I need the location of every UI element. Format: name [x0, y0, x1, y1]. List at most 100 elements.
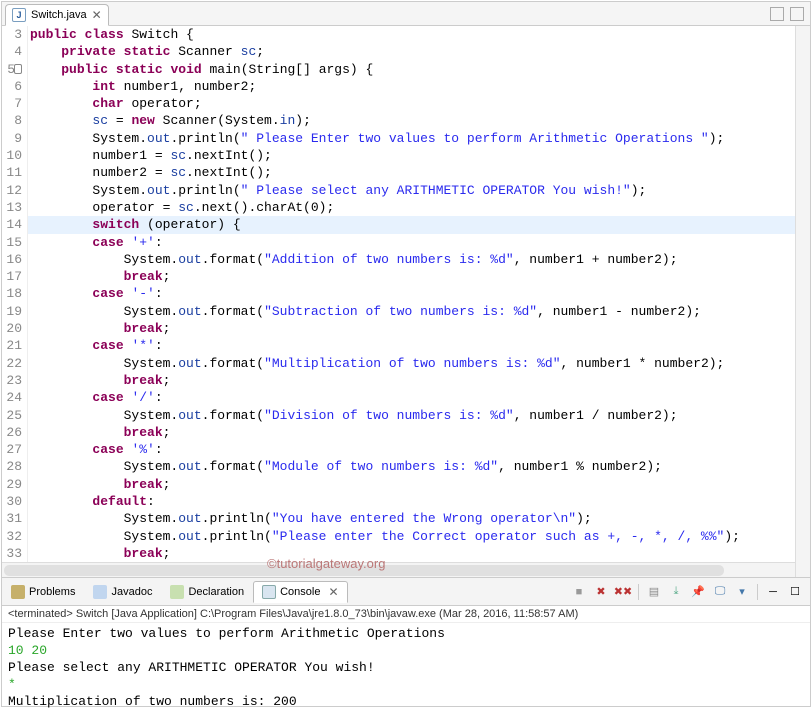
- line-number[interactable]: 24: [2, 389, 22, 406]
- code-line[interactable]: System.out.println("Please enter the Cor…: [30, 528, 795, 545]
- code-line[interactable]: case '-':: [30, 285, 795, 302]
- console-toolbar: ■ ✖ ✖✖ ▤ ⤓ 📌 🖵 ▾ ─ ☐: [570, 583, 810, 601]
- line-number[interactable]: 28: [2, 458, 22, 475]
- line-number[interactable]: 32: [2, 528, 22, 545]
- code-line[interactable]: switch (operator) {: [30, 216, 795, 233]
- remove-launch-button[interactable]: ✖: [592, 583, 610, 601]
- console-output[interactable]: Please Enter two values to perform Arith…: [2, 623, 810, 712]
- display-selected-console-button[interactable]: 🖵: [711, 583, 729, 601]
- line-number[interactable]: 20: [2, 320, 22, 337]
- maximize-console-button[interactable]: ☐: [786, 583, 804, 601]
- code-line[interactable]: System.out.format("Division of two numbe…: [30, 407, 795, 424]
- code-line[interactable]: System.out.format("Module of two numbers…: [30, 458, 795, 475]
- console-input-line: *: [8, 676, 804, 693]
- code-line[interactable]: case '/':: [30, 389, 795, 406]
- console-input-line: 10 20: [8, 642, 804, 659]
- code-line[interactable]: System.out.format("Multiplication of two…: [30, 355, 795, 372]
- code-line[interactable]: System.out.println(" Please Enter two va…: [30, 130, 795, 147]
- line-number-gutter[interactable]: 3456789101112131415161718192021222324252…: [2, 26, 28, 577]
- code-line[interactable]: number2 = sc.nextInt();: [30, 164, 795, 181]
- line-number[interactable]: 22: [2, 355, 22, 372]
- code-line[interactable]: break;: [30, 320, 795, 337]
- line-number[interactable]: 6: [2, 78, 22, 95]
- minimize-console-button[interactable]: ─: [764, 583, 782, 601]
- javadoc-view-tab[interactable]: Javadoc: [84, 581, 161, 603]
- code-line[interactable]: System.out.format("Subtraction of two nu…: [30, 303, 795, 320]
- java-file-icon: J: [12, 8, 26, 22]
- problems-view-tab[interactable]: Problems: [2, 581, 84, 603]
- console-line: Multiplication of two numbers is: 200: [8, 693, 804, 710]
- line-number[interactable]: 3: [2, 26, 22, 43]
- line-number[interactable]: 17: [2, 268, 22, 285]
- close-console-icon[interactable]: ✕: [328, 585, 338, 599]
- declaration-label: Declaration: [188, 586, 244, 598]
- declaration-view-tab[interactable]: Declaration: [161, 581, 253, 603]
- code-line[interactable]: char operator;: [30, 95, 795, 112]
- code-line[interactable]: case '%':: [30, 441, 795, 458]
- line-number[interactable]: 27: [2, 441, 22, 458]
- line-number[interactable]: 29: [2, 476, 22, 493]
- code-line[interactable]: break;: [30, 545, 795, 562]
- line-number[interactable]: 19: [2, 303, 22, 320]
- editor-tab-bar: J Switch.java ✕: [2, 2, 810, 26]
- horizontal-scrollbar[interactable]: [2, 562, 795, 577]
- line-number[interactable]: 16: [2, 251, 22, 268]
- minimize-view-icon[interactable]: [770, 7, 784, 21]
- line-number[interactable]: 25: [2, 407, 22, 424]
- code-line[interactable]: System.out.println(" Please select any A…: [30, 182, 795, 199]
- close-tab-icon[interactable]: ✕: [92, 8, 102, 22]
- line-number[interactable]: 30: [2, 493, 22, 510]
- line-number[interactable]: 10: [2, 147, 22, 164]
- line-number[interactable]: 11: [2, 164, 22, 181]
- vertical-scrollbar[interactable]: [795, 26, 810, 577]
- console-line: Please Enter two values to perform Arith…: [8, 625, 804, 642]
- problems-label: Problems: [29, 586, 75, 598]
- code-line[interactable]: case '*':: [30, 337, 795, 354]
- line-number[interactable]: 7: [2, 95, 22, 112]
- console-line: Please select any ARITHMETIC OPERATOR Yo…: [8, 659, 804, 676]
- code-line[interactable]: operator = sc.next().charAt(0);: [30, 199, 795, 216]
- line-number[interactable]: 21: [2, 337, 22, 354]
- console-label: Console: [280, 586, 320, 598]
- line-number[interactable]: 9: [2, 130, 22, 147]
- code-line[interactable]: break;: [30, 476, 795, 493]
- clear-console-button[interactable]: ▤: [645, 583, 663, 601]
- code-line[interactable]: sc = new Scanner(System.in);: [30, 112, 795, 129]
- code-area[interactable]: public class Switch { private static Sca…: [28, 26, 795, 577]
- editor-tab-label: Switch.java: [31, 9, 87, 21]
- code-line[interactable]: int number1, number2;: [30, 78, 795, 95]
- code-line[interactable]: break;: [30, 424, 795, 441]
- terminate-button[interactable]: ■: [570, 583, 588, 601]
- console-header: <terminated> Switch [Java Application] C…: [2, 606, 810, 623]
- code-line[interactable]: private static Scanner sc;: [30, 43, 795, 60]
- maximize-view-icon[interactable]: [790, 7, 804, 21]
- code-line[interactable]: default:: [30, 493, 795, 510]
- line-number[interactable]: 14: [2, 216, 22, 233]
- remove-all-button[interactable]: ✖✖: [614, 583, 632, 601]
- open-console-button[interactable]: ▾: [733, 583, 751, 601]
- code-line[interactable]: number1 = sc.nextInt();: [30, 147, 795, 164]
- code-line[interactable]: break;: [30, 372, 795, 389]
- line-number[interactable]: 23: [2, 372, 22, 389]
- code-line[interactable]: break;: [30, 268, 795, 285]
- line-number[interactable]: 18: [2, 285, 22, 302]
- code-line[interactable]: public static void main(String[] args) {: [30, 61, 795, 78]
- pin-console-button[interactable]: 📌: [689, 583, 707, 601]
- scroll-lock-button[interactable]: ⤓: [667, 583, 685, 601]
- editor-tab-switch-java[interactable]: J Switch.java ✕: [5, 4, 109, 26]
- code-line[interactable]: System.out.println("You have entered the…: [30, 510, 795, 527]
- line-number[interactable]: 5: [2, 61, 22, 78]
- line-number[interactable]: 15: [2, 234, 22, 251]
- watermark-text: ©tutorialgateway.org: [267, 556, 385, 571]
- line-number[interactable]: 13: [2, 199, 22, 216]
- line-number[interactable]: 33: [2, 545, 22, 562]
- line-number[interactable]: 31: [2, 510, 22, 527]
- line-number[interactable]: 26: [2, 424, 22, 441]
- line-number[interactable]: 12: [2, 182, 22, 199]
- code-line[interactable]: System.out.format("Addition of two numbe…: [30, 251, 795, 268]
- code-line[interactable]: case '+':: [30, 234, 795, 251]
- code-line[interactable]: public class Switch {: [30, 26, 795, 43]
- console-view-tab[interactable]: Console ✕: [253, 581, 347, 603]
- line-number[interactable]: 8: [2, 112, 22, 129]
- line-number[interactable]: 4: [2, 43, 22, 60]
